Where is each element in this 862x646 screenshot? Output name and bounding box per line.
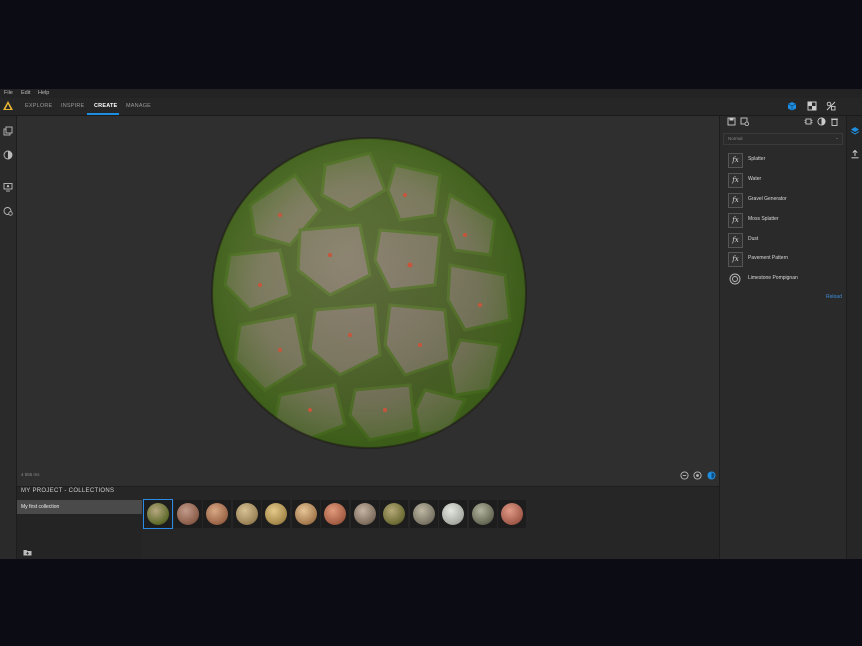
material-thumbnail[interactable]: [203, 500, 231, 528]
material-preview-sphere[interactable]: [210, 135, 528, 451]
app-logo-icon: [3, 101, 13, 110]
material-thumbnail[interactable]: [233, 500, 261, 528]
layer-label: Dust: [748, 236, 759, 242]
left-toolbar: [0, 116, 17, 559]
material-thumbnail[interactable]: [380, 500, 408, 528]
2d-view-icon[interactable]: [807, 101, 817, 111]
layer-item[interactable]: Limestone Pompignan: [728, 271, 838, 287]
fx-icon: fx: [728, 233, 743, 248]
collections-sidebar: [17, 514, 142, 559]
active-tab-indicator: [87, 113, 119, 115]
fx-icon: fx: [728, 252, 743, 267]
layer-item[interactable]: fx Gravel Generator: [728, 192, 838, 208]
mask-icon[interactable]: [817, 117, 826, 126]
material-thumbnail[interactable]: [410, 500, 438, 528]
layer-label: Pavement Pattern: [748, 255, 789, 261]
trash-icon[interactable]: [830, 117, 839, 126]
menu-edit[interactable]: Edit: [21, 90, 30, 96]
material-icon[interactable]: [3, 150, 13, 160]
app-window: File Edit Help EXPLORE INSPIRE CREATE MA…: [0, 89, 862, 559]
layer-item[interactable]: fx Moss Splatter: [728, 212, 838, 228]
collection-item-my-first-collection[interactable]: My first collection: [17, 500, 142, 514]
add-folder-icon[interactable]: [23, 549, 32, 556]
fx-icon: fx: [728, 173, 743, 188]
layers-stack-icon[interactable]: [850, 126, 860, 136]
collections-header: MY PROJECT - COLLECTIONS: [21, 488, 115, 494]
menu-file[interactable]: File: [4, 90, 13, 96]
3d-cube-icon[interactable]: [787, 101, 797, 111]
layers-icon[interactable]: [3, 126, 13, 136]
layer-label: Limestone Pompignan: [748, 275, 798, 281]
reload-link[interactable]: Reload: [826, 294, 842, 300]
split-view-icon[interactable]: [826, 101, 836, 111]
export-icon[interactable]: [850, 149, 860, 159]
material-thumbnail[interactable]: [439, 500, 467, 528]
menu-help[interactable]: Help: [38, 90, 49, 96]
material-thumbnail[interactable]: [262, 500, 290, 528]
tab-inspire[interactable]: INSPIRE: [61, 103, 84, 109]
menu-bar: File Edit Help: [0, 89, 862, 98]
layer-stack-panel: Normal ⌄ fx Splatter fx Water fx Gravel …: [719, 116, 846, 559]
zoom-fit-icon[interactable]: [693, 471, 702, 480]
tab-manage[interactable]: MANAGE: [126, 103, 151, 109]
material-thumbnail[interactable]: [469, 500, 497, 528]
display-settings-icon[interactable]: [3, 182, 13, 192]
material-thumbnail[interactable]: [174, 500, 202, 528]
top-bar: EXPLORE INSPIRE CREATE MANAGE: [0, 98, 862, 116]
material-icon: [729, 273, 741, 285]
layer-item[interactable]: fx Dust: [728, 232, 838, 248]
render-mode-icon[interactable]: [707, 471, 716, 480]
material-thumbnail[interactable]: [351, 500, 379, 528]
layer-label: Splatter: [748, 156, 766, 162]
far-right-toolbar: [846, 116, 862, 559]
export-settings-icon[interactable]: [740, 117, 749, 126]
tab-create[interactable]: CREATE: [94, 103, 117, 109]
material-thumbnail[interactable]: [292, 500, 320, 528]
layer-label: Gravel Generator: [748, 196, 787, 202]
layer-label: Moss Splatter: [748, 216, 779, 222]
layer-item[interactable]: fx Water: [728, 172, 838, 188]
fx-icon: fx: [728, 213, 743, 228]
tab-explore[interactable]: EXPLORE: [25, 103, 52, 109]
layer-item[interactable]: fx Pavement Pattern: [728, 251, 838, 267]
save-icon[interactable]: [727, 117, 736, 126]
blend-mode-dropdown[interactable]: Normal ⌄: [723, 133, 843, 145]
material-thumbnail[interactable]: [321, 500, 349, 528]
chip-icon[interactable]: [804, 117, 813, 126]
zoom-out-icon[interactable]: [680, 471, 689, 480]
environment-icon[interactable]: [3, 206, 13, 216]
collections-panel: MY PROJECT - COLLECTIONS My first collec…: [17, 486, 719, 559]
render-time-label: 4 555 ms: [21, 472, 40, 477]
chevron-down-icon: ⌄: [835, 135, 839, 140]
collection-item-label: My first collection: [21, 504, 60, 510]
layer-item[interactable]: fx Splatter: [728, 152, 838, 168]
blend-mode-value: Normal: [728, 136, 743, 141]
material-thumbnail[interactable]: [143, 499, 173, 529]
fx-icon: fx: [728, 193, 743, 208]
3d-viewport[interactable]: 4 555 ms: [17, 116, 719, 486]
material-thumbnail[interactable]: [498, 500, 526, 528]
layer-label: Water: [748, 176, 762, 182]
fx-icon: fx: [728, 153, 743, 168]
